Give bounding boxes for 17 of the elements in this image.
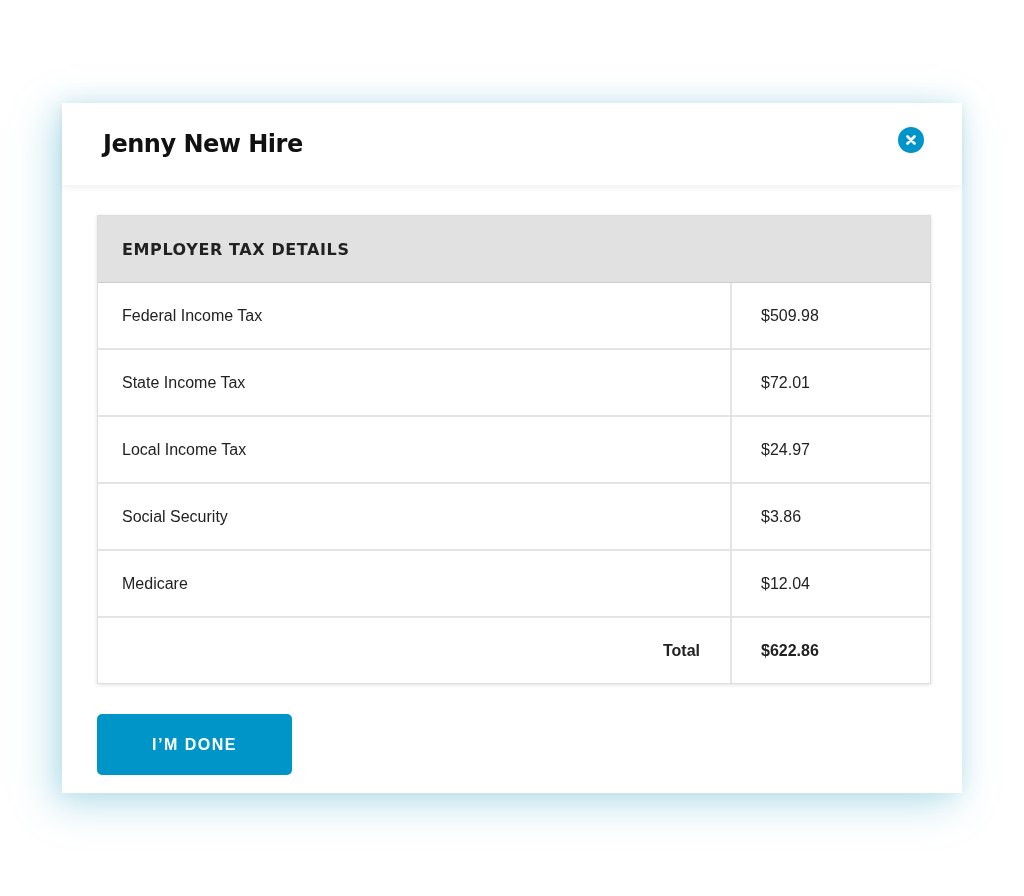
table-cell-text: State Income Tax: [121, 372, 247, 393]
table-cell-text: Local Income Tax: [121, 439, 248, 460]
close-icon: [906, 135, 916, 145]
table-cell-text: Medicare: [121, 573, 189, 594]
close-button[interactable]: [898, 127, 924, 153]
table-cell-text: Total: [661, 640, 701, 661]
table-cell: $509.98: [730, 283, 930, 348]
table-cell-text: Social Security: [121, 506, 229, 527]
done-button[interactable]: I’M DONE: [97, 714, 292, 775]
dialog-title: Jenny New Hire: [103, 130, 303, 158]
table-heading: EMPLOYER TAX DETAILS: [98, 216, 930, 283]
table-cell: $72.01: [730, 350, 930, 415]
table-cell: $622.86: [730, 618, 930, 683]
table-cell: $12.04: [730, 551, 930, 616]
table-cell-text: Federal Income Tax: [121, 305, 264, 326]
table-cell: $24.97: [730, 417, 930, 482]
table-cell: $3.86: [730, 484, 930, 549]
